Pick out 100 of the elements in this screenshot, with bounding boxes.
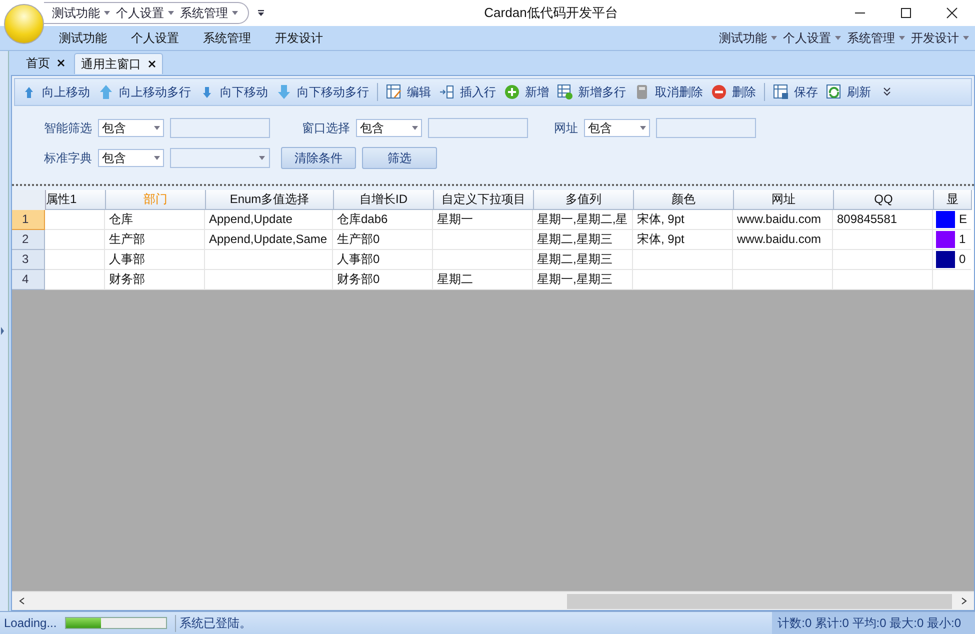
table-cell: 人事部 [105, 250, 205, 270]
value-input[interactable] [428, 118, 528, 138]
caret-icon [154, 126, 160, 130]
status-message: 系统已登陆。 [174, 614, 256, 632]
close-icon[interactable] [57, 59, 65, 67]
caret-icon [259, 156, 265, 160]
toolbar-button[interactable]: 新增多行 [557, 84, 626, 100]
filter-label: 智能筛选 [43, 120, 92, 136]
table-cell [45, 210, 105, 230]
table-cell: 星期二,星期三 [533, 230, 633, 250]
insert-row-icon [439, 84, 455, 100]
toolbar-button[interactable]: 删除 [711, 84, 756, 100]
table-cell: 宋体, 9pt [633, 210, 733, 230]
ribbon-tab[interactable]: 测试功能 [59, 30, 107, 46]
row-header[interactable]: 1 [12, 210, 45, 230]
table-cell: 仓库 [105, 210, 205, 230]
table-cell: 人事部0 [333, 250, 433, 270]
edit-icon [386, 84, 402, 100]
horizontal-scrollbar[interactable] [12, 591, 974, 610]
toolbar-button[interactable]: 插入行 [439, 84, 496, 100]
operator-dropdown[interactable]: 包含 [98, 149, 164, 167]
quick-access-menu[interactable]: 个人设置 [116, 4, 174, 22]
filter-button[interactable]: 清除条件 [281, 147, 356, 169]
ribbon-tab[interactable]: 系统管理 [203, 30, 251, 46]
table-cell: Append,Update [205, 210, 333, 230]
filter-button[interactable]: 筛选 [362, 147, 437, 169]
table-cell: www.baidu.com [733, 210, 833, 230]
column-header[interactable]: 网址 [734, 190, 834, 210]
column-header[interactable]: 自定义下拉项目 [434, 190, 534, 210]
caret-icon [771, 36, 777, 40]
caret-icon [640, 126, 646, 130]
filter-label: 标准字典 [43, 150, 92, 166]
table-cell: 809845581 [833, 210, 933, 230]
toolbar-button[interactable]: 新增 [504, 84, 549, 100]
column-header[interactable]: 属性1 [46, 190, 106, 210]
calculator-icon [634, 84, 650, 100]
table-cell: 星期一,星期三 [533, 270, 633, 290]
table-cell: 星期二 [433, 270, 533, 290]
menu-dropdown[interactable]: 个人设置 [783, 30, 841, 46]
menu-dropdown[interactable]: 系统管理 [847, 30, 905, 46]
ribbon-tab[interactable]: 个人设置 [131, 30, 179, 46]
caret-icon [104, 11, 110, 16]
toolbar-button[interactable]: 向下移动多行 [276, 84, 369, 100]
close-icon[interactable] [946, 7, 958, 19]
table-cell [45, 250, 105, 270]
table-cell: 星期一 [433, 210, 533, 230]
overflow-icon[interactable] [883, 87, 891, 97]
toolbar-button[interactable]: 保存 [773, 84, 818, 100]
add-rows-icon [557, 84, 573, 100]
save-icon [773, 84, 789, 100]
customize-icon[interactable] [257, 9, 265, 17]
column-header[interactable]: 多值列 [534, 190, 634, 210]
delete-icon [711, 84, 727, 100]
menu-dropdown[interactable]: 开发设计 [911, 30, 969, 46]
caret-icon [412, 126, 418, 130]
quick-access-menu[interactable]: 测试功能 [52, 4, 110, 22]
column-header[interactable]: 自增长ID [334, 190, 434, 210]
caret-icon [168, 11, 174, 16]
table-cell-text: 1 [959, 231, 966, 248]
operator-dropdown[interactable]: 包含 [584, 119, 650, 137]
collapse-handle[interactable] [0, 51, 9, 611]
operator-dropdown[interactable]: 包含 [98, 119, 164, 137]
toolbar-button[interactable]: 取消删除 [634, 84, 703, 100]
column-header[interactable]: QQ [834, 190, 934, 210]
toolbar-button[interactable]: 向下移动 [199, 84, 268, 100]
table-cell: 星期一,星期二,星 [533, 210, 633, 230]
table-cell: 生产部 [105, 230, 205, 250]
column-header[interactable]: 显 [934, 190, 972, 210]
caret-icon [963, 36, 969, 40]
ribbon-tab[interactable]: 开发设计 [275, 30, 323, 46]
row-header[interactable]: 2 [12, 230, 45, 250]
document-tab[interactable]: 首页 [19, 53, 72, 74]
filter-label: 网址 [553, 120, 578, 136]
column-header[interactable]: Enum多值选择 [206, 190, 334, 210]
toolbar-button[interactable]: 编辑 [386, 84, 431, 100]
refresh-icon [826, 84, 842, 100]
table-cell: 财务部 [105, 270, 205, 290]
table-cell [45, 270, 105, 290]
table-cell: 生产部0 [333, 230, 433, 250]
arrow-icon [0, 327, 5, 335]
row-header[interactable]: 4 [12, 270, 45, 290]
table-cell: www.baidu.com [733, 230, 833, 250]
toolbar-button[interactable]: 向上移动多行 [98, 84, 191, 100]
loading-text: Loading... [3, 616, 58, 630]
close-icon[interactable] [148, 60, 156, 68]
quick-access-menu[interactable]: 系统管理 [180, 4, 238, 22]
caret-icon [899, 36, 905, 40]
toolbar-button[interactable]: 刷新 [826, 84, 871, 100]
table-cell-text: 0 [959, 251, 966, 268]
column-header[interactable]: 颜色 [634, 190, 734, 210]
row-header[interactable]: 3 [12, 250, 45, 270]
menu-dropdown[interactable]: 测试功能 [719, 30, 777, 46]
table-cell-text: E [959, 211, 968, 228]
toolbar-button[interactable]: 向上移动 [21, 84, 90, 100]
document-tab[interactable]: 通用主窗口 [74, 53, 163, 74]
maximize-icon[interactable] [900, 7, 912, 19]
operator-dropdown[interactable]: 包含 [356, 119, 422, 137]
value-input[interactable] [656, 118, 756, 138]
value-input[interactable] [170, 118, 270, 138]
add-icon [504, 84, 520, 100]
